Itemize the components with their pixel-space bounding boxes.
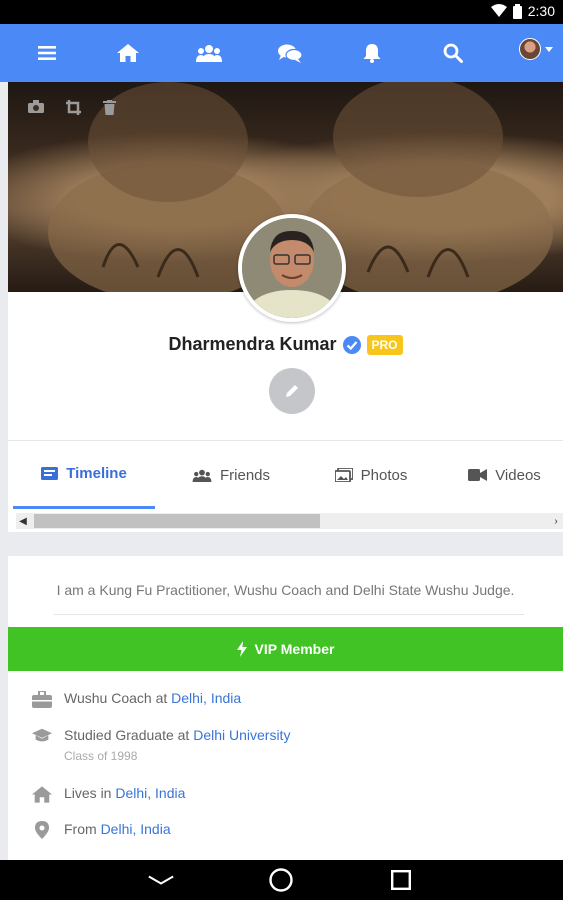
status-time: 2:30 [527, 3, 555, 19]
home-icon [117, 44, 139, 62]
friends-icon [196, 45, 222, 62]
divider [54, 614, 524, 615]
tab-videos[interactable]: Videos [446, 441, 563, 509]
trash-icon[interactable] [103, 100, 116, 115]
scroll-right-icon[interactable]: › [549, 513, 563, 529]
wifi-icon [490, 4, 507, 17]
system-navigation-bar [0, 860, 563, 900]
info-lives: Lives in Delhi, India [32, 785, 185, 803]
vip-member-banner: VIP Member [8, 627, 563, 671]
education-prefix: Studied Graduate at [64, 727, 194, 743]
home-circle-icon [269, 868, 293, 892]
profile-bio: I am a Kung Fu Practitioner, Wushu Coach… [56, 582, 515, 598]
crop-icon[interactable] [66, 100, 81, 115]
tab-photos-label: Photos [360, 466, 408, 484]
work-location-link[interactable]: Delhi, India [171, 690, 241, 706]
profile-avatar[interactable] [238, 214, 346, 322]
messages-button[interactable] [274, 37, 306, 69]
edit-profile-button[interactable] [269, 368, 315, 414]
from-prefix: From [64, 821, 101, 837]
photos-icon [334, 468, 353, 482]
lives-prefix: Lives in [64, 785, 116, 801]
back-icon [148, 875, 174, 885]
profile-name: Dharmendra Kumar [168, 334, 337, 354]
status-bar: 2:30 [0, 0, 563, 24]
home-nav-button[interactable] [268, 868, 294, 892]
avatar [519, 38, 541, 60]
lightning-icon [236, 641, 247, 657]
account-menu-button[interactable] [519, 38, 553, 60]
tab-friends[interactable]: Friends [168, 441, 294, 509]
search-button[interactable] [437, 37, 469, 69]
home-icon [32, 785, 52, 803]
profile-card: Dharmendra Kumar PRO [8, 82, 563, 440]
profile-photo [242, 218, 342, 318]
search-icon [443, 43, 463, 63]
scroll-left-icon[interactable]: ◀ [16, 513, 30, 529]
graduation-cap-icon [32, 727, 52, 745]
recents-button[interactable] [388, 868, 414, 892]
timeline-icon [41, 467, 59, 480]
info-education: Studied Graduate at Delhi University Cla… [32, 727, 290, 763]
friends-icon [192, 469, 212, 482]
work-prefix: Wushu Coach at [64, 690, 172, 706]
vip-label: VIP Member [254, 641, 335, 657]
app-bar [0, 24, 563, 82]
chat-icon [278, 44, 302, 63]
status-icons: 2:30 [490, 3, 555, 19]
pro-badge: PRO [366, 334, 403, 355]
bell-icon [363, 44, 381, 63]
info-from: From Delhi, India [32, 821, 171, 839]
battery-icon [512, 3, 522, 19]
tab-photos[interactable]: Photos [308, 441, 434, 509]
recents-icon [391, 870, 411, 890]
about-card: I am a Kung Fu Practitioner, Wushu Coach… [8, 556, 563, 860]
tabs-scrollbar[interactable]: ◀ › [16, 513, 563, 529]
camera-icon[interactable] [28, 100, 44, 113]
tab-timeline[interactable]: Timeline [13, 441, 155, 509]
tab-videos-label: Videos [495, 466, 541, 484]
menu-button[interactable] [31, 37, 63, 69]
lives-location-link[interactable]: Delhi, India [115, 785, 185, 801]
cover-tools [28, 100, 116, 115]
briefcase-icon [32, 690, 52, 708]
notifications-button[interactable] [356, 37, 388, 69]
profile-name-row: Dharmendra Kumar PRO [8, 334, 563, 355]
from-location-link[interactable]: Delhi, India [101, 821, 171, 837]
home-button[interactable] [112, 37, 144, 69]
tab-friends-label: Friends [219, 466, 271, 484]
videos-icon [468, 469, 488, 481]
verified-check-icon [342, 335, 361, 354]
caret-down-icon [545, 46, 553, 52]
map-pin-icon [32, 821, 52, 839]
profile-tabs: Timeline Friends Photos Videos ◀ › [8, 440, 563, 532]
menu-icon [38, 46, 56, 60]
education-school-link[interactable]: Delhi University [193, 727, 290, 743]
tab-timeline-label: Timeline [66, 465, 127, 482]
friends-button[interactable] [193, 37, 225, 69]
education-class-year: Class of 1998 [64, 749, 138, 763]
scrollbar-thumb[interactable] [34, 514, 320, 528]
info-work: Wushu Coach at Delhi, India [32, 690, 241, 708]
pencil-icon [286, 385, 298, 397]
back-button[interactable] [148, 868, 174, 892]
